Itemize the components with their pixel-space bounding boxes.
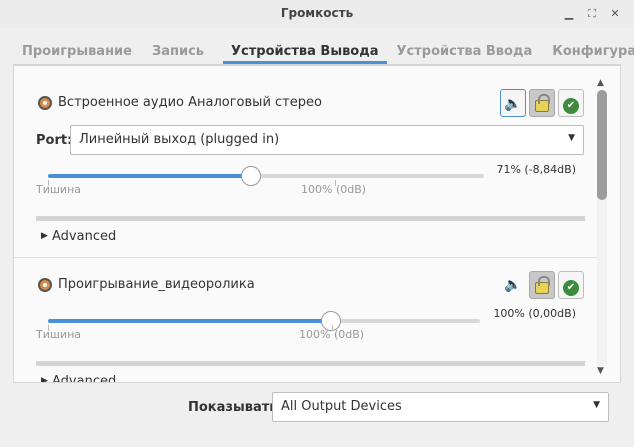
advanced-expander[interactable]: Advanced	[52, 229, 116, 244]
window-title: Громкость	[280, 6, 354, 20]
check-icon: ✔	[563, 280, 579, 296]
triangle-right-icon[interactable]: ▶	[41, 376, 48, 382]
lock-icon[interactable]	[529, 271, 555, 299]
titlebar: Громкость ▁ ⛶ ✕	[0, 0, 634, 28]
volume-slider-handle[interactable]	[241, 166, 261, 186]
silence-label: Тишина	[36, 183, 82, 196]
maximize-icon[interactable]: ⛶	[585, 7, 599, 21]
norm-label: 100% (0dB)	[299, 328, 365, 341]
scroll-up-icon[interactable]: ▲	[597, 78, 604, 88]
lock-icon[interactable]	[529, 89, 555, 117]
port-select[interactable]: Линейный выход (plugged in) ▼	[70, 125, 584, 155]
scroll-down-icon[interactable]: ▼	[597, 366, 604, 376]
speaker-icon[interactable]: 🔈	[500, 271, 526, 299]
tab-input-devices[interactable]: Устройства Ввода	[397, 40, 533, 64]
channels-separator	[36, 361, 585, 366]
port-label: Port:	[36, 133, 73, 148]
set-default-button[interactable]: ✔	[558, 271, 584, 299]
chevron-down-icon: ▼	[568, 133, 575, 143]
device-divider	[14, 257, 598, 258]
device-name: Проигрывание_видеоролика	[58, 277, 255, 292]
chevron-down-icon: ▼	[593, 400, 600, 410]
show-filter-value: All Output Devices	[281, 399, 402, 414]
check-icon: ✔	[563, 98, 579, 114]
output-devices-panel: Встроенное аудио Аналоговый стерео 🔈 ✔ P…	[13, 65, 621, 383]
tab-playback[interactable]: Проигрывание	[22, 40, 132, 64]
set-default-button[interactable]: ✔	[558, 89, 584, 117]
silence-label: Тишина	[36, 328, 82, 341]
tab-recording[interactable]: Запись	[152, 40, 204, 64]
show-filter-select[interactable]: All Output Devices ▼	[272, 392, 609, 422]
speaker-icon[interactable]: 🔈	[500, 89, 526, 117]
close-icon[interactable]: ✕	[608, 7, 622, 21]
advanced-expander[interactable]: Advanced	[52, 374, 116, 382]
scrollbar[interactable]	[597, 90, 607, 366]
device-name: Встроенное аудио Аналоговый стерео	[58, 95, 322, 110]
tab-output-devices[interactable]: Устройства Вывода	[223, 40, 387, 64]
volume-fill	[48, 174, 250, 178]
channels-separator	[36, 216, 585, 221]
volume-slider[interactable]	[48, 319, 480, 323]
tab-configuration[interactable]: Конфигурация	[552, 40, 634, 64]
tab-bar: Проигрывание Запись Устройства Вывода Ус…	[13, 40, 634, 65]
audio-device-icon	[38, 96, 52, 110]
norm-label: 100% (0dB)	[301, 183, 367, 196]
port-value: Линейный выход (plugged in)	[79, 132, 280, 147]
audio-device-icon	[38, 278, 52, 292]
volume-fill	[48, 319, 332, 323]
triangle-right-icon[interactable]: ▶	[41, 231, 48, 241]
show-label: Показывать:	[188, 400, 283, 415]
minimize-icon[interactable]: ▁	[562, 7, 576, 21]
volume-slider[interactable]	[48, 174, 484, 178]
scrollbar-thumb[interactable]	[597, 90, 607, 200]
